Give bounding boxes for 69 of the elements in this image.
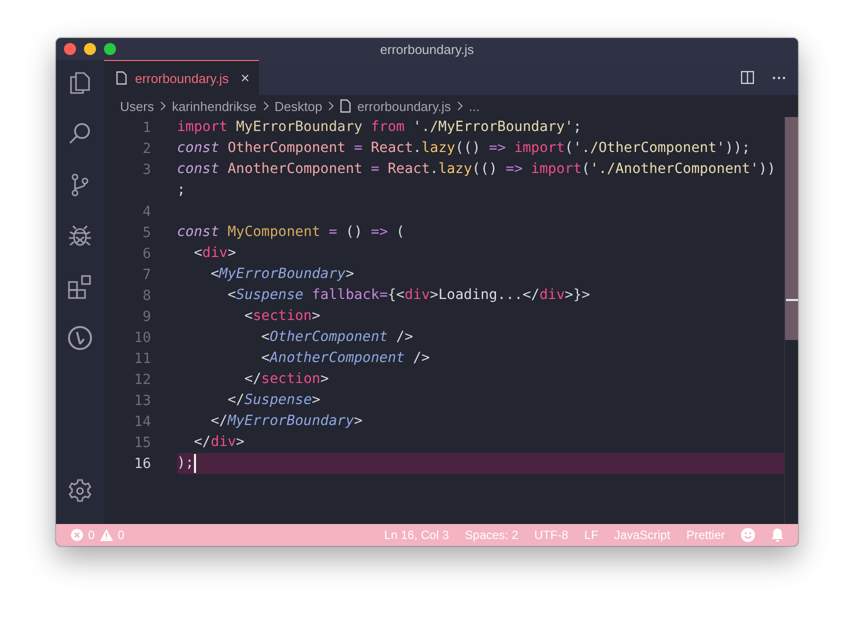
- breadcrumb-item[interactable]: Users: [120, 98, 154, 114]
- line-number: 13: [133, 392, 152, 408]
- code-line: <section>: [243, 307, 322, 326]
- breadcrumb-item[interactable]: karinhendrikse: [172, 98, 256, 114]
- line-number: 4: [142, 204, 152, 220]
- file-icon: [340, 99, 352, 113]
- line-number: 9: [142, 308, 152, 324]
- code-line: const OtherComponent = React.lazy(() => import('./OtherComponent'));: [177, 139, 752, 158]
- close-tab-button[interactable]: ×: [240, 70, 250, 86]
- settings-icon[interactable]: [67, 478, 93, 504]
- more-actions-icon[interactable]: [772, 76, 786, 80]
- breadcrumb-item[interactable]: ...: [468, 98, 480, 114]
- status-item[interactable]: Spaces: 2: [464, 528, 518, 542]
- code-line: import MyErrorBoundary from './MyErrorBoundary';: [177, 118, 583, 137]
- line-number: 16: [133, 456, 152, 472]
- code-line: </section>: [243, 370, 330, 389]
- split-editor-icon[interactable]: [741, 71, 754, 84]
- line-number: 11: [133, 350, 152, 366]
- code-line: <OtherComponent />: [260, 328, 414, 347]
- zoom-window-button[interactable]: [104, 43, 116, 55]
- line-number: 7: [142, 266, 152, 282]
- bug-icon[interactable]: [67, 223, 93, 249]
- status-item[interactable]: LF: [584, 528, 598, 542]
- line-number: 14: [133, 414, 152, 430]
- extensions-icon[interactable]: [67, 274, 93, 300]
- line-number: 2: [142, 140, 152, 156]
- line-number: 1: [142, 120, 152, 136]
- code-line: <div>: [192, 244, 238, 263]
- minimize-window-button[interactable]: [84, 43, 96, 55]
- files-icon[interactable]: [67, 70, 93, 96]
- code-line: <MyErrorBoundary>: [210, 265, 356, 284]
- breadcrumb-item[interactable]: Desktop: [274, 98, 322, 114]
- close-window-button[interactable]: [64, 43, 76, 55]
- code-line: const AnotherComponent = React.lazy(() => import('./AnotherComponent')): [177, 160, 777, 179]
- code-line: </div>: [192, 433, 246, 452]
- chevron-right-icon: [456, 101, 463, 111]
- chevron-right-icon: [328, 101, 334, 111]
- code-line: ;: [177, 181, 186, 200]
- code-line: </MyErrorBoundary>: [210, 412, 364, 431]
- file-icon: [116, 71, 127, 85]
- tab-label: errorboundary.js: [135, 70, 229, 86]
- chevron-right-icon: [160, 101, 166, 111]
- scrollbar[interactable]: [784, 117, 798, 524]
- editor-tab[interactable]: errorboundary.js ×: [104, 60, 260, 95]
- error-count[interactable]: 0: [88, 528, 95, 542]
- code-line: <AnotherComponent />: [260, 349, 431, 368]
- line-number: 12: [133, 372, 152, 388]
- error-icon: [71, 529, 83, 541]
- status-item[interactable]: Ln 16, Col 3: [384, 528, 449, 542]
- warning-icon: [100, 529, 113, 541]
- code-line: <Suspense fallback={<div>Loading...</div>}>: [226, 286, 592, 305]
- line-number: 3: [142, 162, 152, 178]
- line-number: 5: [142, 224, 152, 240]
- status-item[interactable]: JavaScript: [614, 528, 670, 542]
- line-number: 15: [133, 434, 152, 450]
- code-line: </Suspense>: [226, 391, 322, 410]
- status-item[interactable]: UTF-8: [534, 528, 568, 542]
- code-line: const MyComponent = () => (: [177, 223, 406, 242]
- chevron-right-icon: [262, 101, 268, 111]
- breadcrumb-item[interactable]: errorboundary.js: [357, 98, 451, 114]
- line-number: 10: [133, 330, 152, 346]
- line-number: 6: [142, 246, 152, 262]
- scrollbar-thumb[interactable]: [785, 117, 798, 340]
- text-cursor: [194, 454, 196, 473]
- cursor-position-marker: [786, 299, 798, 301]
- line-number: 8: [142, 288, 152, 304]
- window-title: errorboundary.js: [380, 42, 474, 56]
- status-item[interactable]: Prettier: [686, 528, 725, 542]
- warning-count[interactable]: 0: [118, 528, 124, 542]
